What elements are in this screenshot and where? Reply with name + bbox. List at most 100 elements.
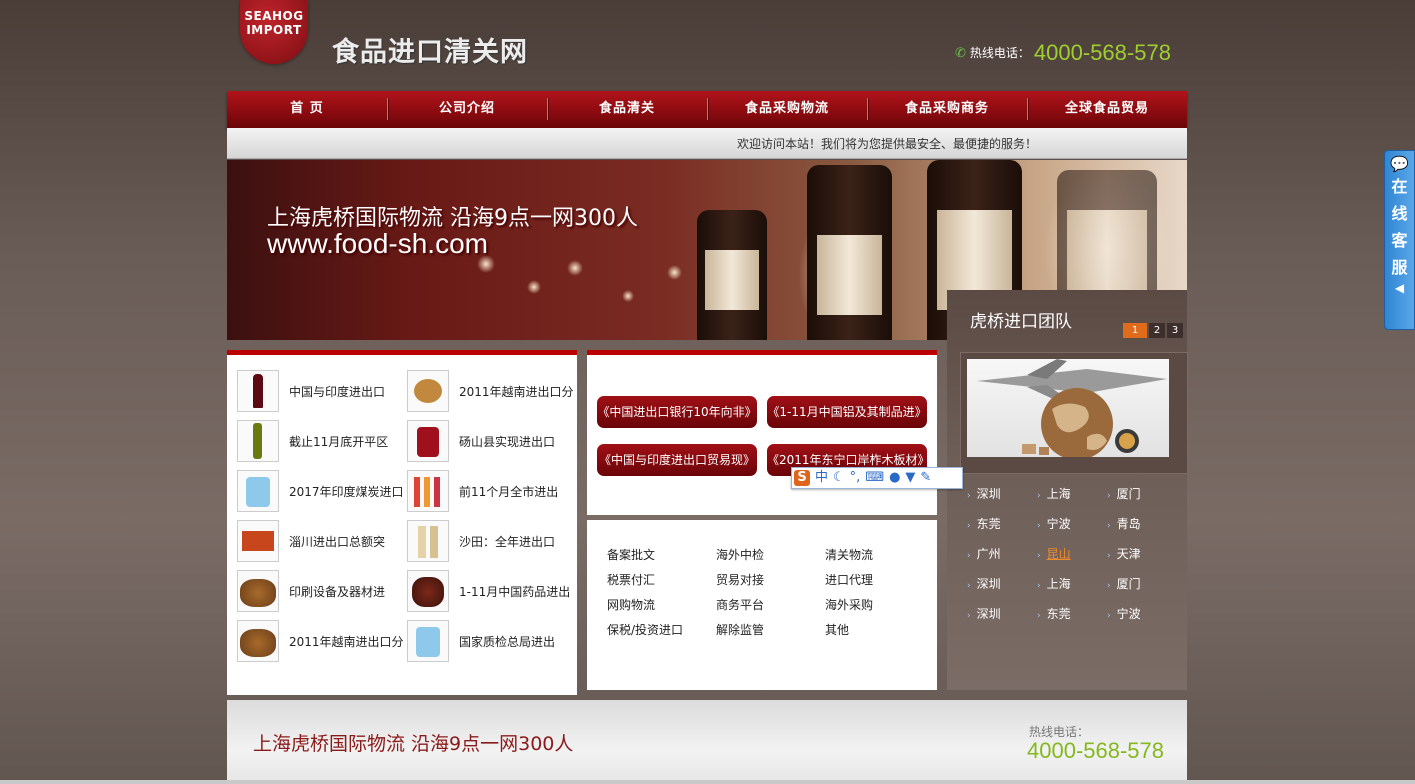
chevron-right-icon: › [1107,551,1111,561]
bokeh-light [622,290,634,302]
chat-bubble-icon: 💬 [1390,155,1409,173]
news-link[interactable]: 《中国进出口银行10年向非》 [597,396,757,428]
chevron-right-icon: › [1037,491,1041,501]
chevron-right-icon: › [967,491,971,501]
online-service-tab[interactable]: 💬 在 线 客 服 ◀ [1384,150,1415,330]
service-link[interactable]: 海外采购 [825,596,873,613]
chevron-right-icon: › [1107,521,1111,531]
product-item[interactable]: 淄川进出口总额突 [237,520,385,562]
logo-text-line1: SEAHOG [244,9,304,23]
product-item[interactable]: 截止11月底开平区 [237,420,388,462]
shirt-icon[interactable]: ▼ [905,469,915,487]
city-link[interactable]: › 广州 [967,545,1037,575]
city-link[interactable]: › 深圳 [967,605,1037,635]
pager-page-2[interactable]: 2 [1149,323,1165,338]
hotline-number: 4000-568-578 [1033,40,1171,65]
oil-bottle-thumb [237,420,279,462]
product-item[interactable]: 沙田：全年进出口 [407,520,555,562]
service-link[interactable]: 解除监管 [716,621,764,638]
jam-jar-thumb [407,420,449,462]
news-link[interactable]: 《1-11月中国铝及其制品进》 [767,396,927,428]
product-item[interactable]: 2011年越南进出口分 [407,370,574,412]
wine-bottle-shape [697,210,767,340]
moon-icon[interactable]: ☾ [833,469,845,487]
bokeh-light [567,260,583,276]
service-link[interactable]: 其他 [825,621,849,638]
service-link[interactable]: 贸易对接 [716,571,764,588]
chevron-right-icon: › [1037,551,1041,561]
wine-bottle-shape [807,165,892,340]
news-box: 《中国进出口银行10年向非》 《1-11月中国铝及其制品进》 《中国与印度进出口… [587,350,937,515]
phone-icon: ✆ [955,46,966,61]
city-link-hovered[interactable]: › 昆山 [1037,545,1107,575]
nav-item-home[interactable]: 首 页 [227,91,387,128]
nav-item-business[interactable]: 食品采购商务 [867,91,1027,128]
welcome-bar: 欢迎访问本站！我们将为您提供最安全、最便捷的服务！ [227,128,1187,159]
product-item[interactable]: 前11个月全市进出 [407,470,558,512]
city-link[interactable]: › 青岛 [1107,515,1177,545]
city-link[interactable]: › 东莞 [967,515,1037,545]
service-link[interactable]: 网购物流 [607,596,655,613]
city-link[interactable]: › 宁波 [1107,605,1177,635]
city-link[interactable]: › 宁波 [1037,515,1107,545]
ime-logo-icon[interactable]: S [794,470,810,486]
bokeh-light [667,265,682,280]
footer: 上海虎桥国际物流 沿海9点一网300人 热线电话： 4000-568-578 [227,700,1187,784]
user-icon[interactable]: ● [889,469,900,487]
chevron-right-icon: › [1107,611,1111,621]
collapse-arrow-icon[interactable]: ◀ [1385,281,1414,295]
nav-item-customs[interactable]: 食品清关 [547,91,707,128]
wrench-icon[interactable]: ✎ [920,469,931,487]
service-link[interactable]: 海外中检 [716,546,764,563]
keyboard-icon[interactable]: ⌨ [865,469,884,487]
welcome-text: 欢迎访问本站！我们将为您提供最安全、最便捷的服务！ [737,137,1038,151]
ime-mode-toggle[interactable]: 中 [815,469,828,487]
product-item[interactable]: 2011年越南进出口分 [237,620,404,662]
city-link[interactable]: › 天津 [1107,545,1177,575]
news-link[interactable]: 《中国与印度进出口贸易现》 [597,444,757,476]
team-panel: 虎桥进口团队 1 2 3 › 深圳 › 上海 › 厦门 › 东莞 › 宁波 › … [947,290,1188,690]
pager-page-1[interactable]: 1 [1123,323,1147,338]
food-bowl-thumb [407,370,449,412]
city-link[interactable]: › 厦门 [1107,485,1177,515]
service-link[interactable]: 进口代理 [825,571,873,588]
punctuation-icon[interactable]: °, [850,469,861,487]
product-item[interactable]: 国家质检总局进出 [407,620,555,662]
team-title: 虎桥进口团队 [970,312,1072,332]
city-link[interactable]: › 深圳 [967,575,1037,605]
drink-bottles-thumb [407,520,449,562]
service-link[interactable]: 保税/投资进口 [607,621,683,638]
city-link[interactable]: › 厦门 [1107,575,1177,605]
team-photo[interactable] [960,352,1188,474]
snack-box-thumb [237,520,279,562]
city-link[interactable]: › 上海 [1037,575,1107,605]
chevron-right-icon: › [967,551,971,561]
milk-can-thumb [237,470,279,512]
chevron-right-icon: › [1037,611,1041,621]
product-item[interactable]: 印刷设备及器材进 [237,570,385,612]
product-item[interactable]: 2017年印度煤炭进口 [237,470,404,512]
main-nav: 首 页 公司介绍 食品清关 食品采购物流 食品采购商务 全球食品贸易 [227,91,1187,128]
service-link[interactable]: 备案批文 [607,546,655,563]
pager-page-3[interactable]: 3 [1167,323,1183,338]
service-link[interactable]: 清关物流 [825,546,873,563]
product-item[interactable]: 砀山县实现进出口 [407,420,555,462]
product-item[interactable]: 1-11月中国药品进出 [407,570,570,612]
chevron-right-icon: › [1037,581,1041,591]
nav-item-logistics[interactable]: 食品采购物流 [707,91,867,128]
city-link[interactable]: › 东莞 [1037,605,1107,635]
site-logo[interactable]: SEAHOG IMPORT [240,0,308,64]
service-link[interactable]: 税票付汇 [607,571,655,588]
nav-item-global-trade[interactable]: 全球食品贸易 [1027,91,1187,128]
product-list: 中国与印度进出口 2011年越南进出口分 截止11月底开平区 砀山县实现进出口 … [227,350,577,695]
product-item[interactable]: 中国与印度进出口 [237,370,385,412]
city-link[interactable]: › 上海 [1037,485,1107,515]
hotline-label: 热线电话： [969,46,1030,60]
ime-toolbar[interactable]: S 中 ☾ °, ⌨ ● ▼ ✎ [791,467,963,489]
milk-can-thumb [407,620,449,662]
service-link[interactable]: 商务平台 [716,596,764,613]
footer-hotline-number: 4000-568-578 [1027,738,1165,763]
nav-item-about[interactable]: 公司介绍 [387,91,547,128]
city-link[interactable]: › 深圳 [967,485,1037,515]
bottles-thumb [407,470,449,512]
